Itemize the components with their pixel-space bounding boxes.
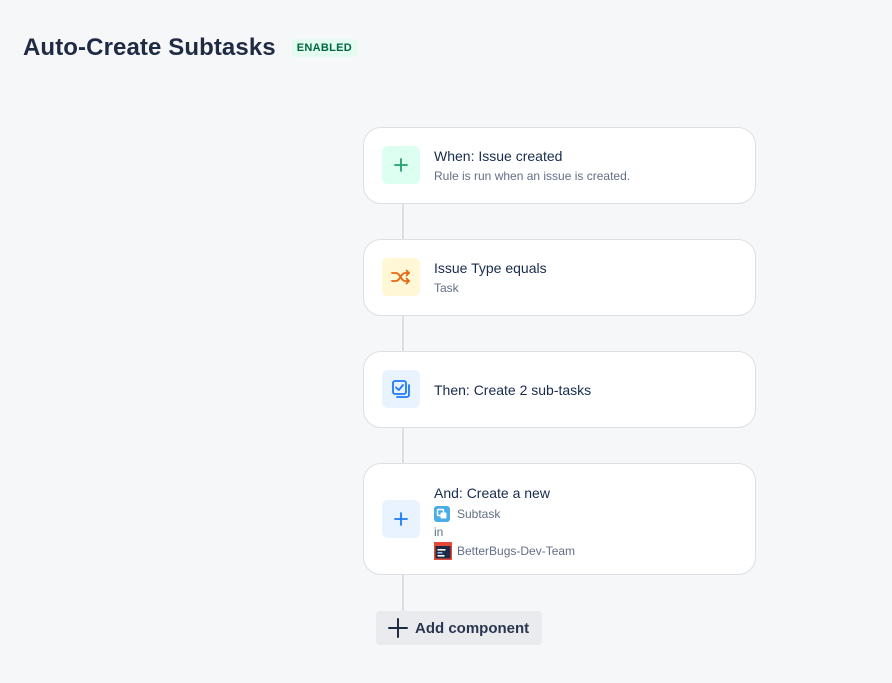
status-badge: ENABLED [291,39,358,57]
trigger-description: Rule is run when an issue is created. [434,169,631,183]
add-component-button[interactable]: Add component [376,611,542,645]
page-title: Auto-Create Subtasks [23,34,276,61]
in-label: in [434,525,444,539]
action-title: Then: Create 2 sub-tasks [434,382,592,398]
flow-connector [402,203,404,240]
plus-icon [382,146,420,184]
condition-value: Task [434,281,459,295]
project-avatar-icon [434,542,452,560]
plus-icon [388,618,408,638]
project-row: BetterBugs-Dev-Team [434,542,575,560]
trigger-card[interactable]: When: Issue created Rule is run when an … [363,127,756,204]
add-component-label: Add component [415,619,530,637]
checkbox-stack-icon [382,370,420,408]
rule-header: Auto-Create Subtasks ENABLED [23,34,358,62]
flow-connector [402,315,404,352]
issue-type-label: Subtask [457,507,501,521]
trigger-title: When: Issue created [434,148,563,164]
subtask-icon [434,506,450,522]
flow-connector [402,427,404,464]
issue-type-row: Subtask [434,506,575,522]
condition-title: Issue Type equals [434,260,547,276]
condition-card[interactable]: Issue Type equals Task [363,239,756,316]
project-name: BetterBugs-Dev-Team [457,544,576,558]
create-issue-card[interactable]: And: Create a new Subtask in BetterBugs-… [363,463,756,575]
plus-icon [382,500,420,538]
action-card[interactable]: Then: Create 2 sub-tasks [363,351,756,428]
rule-editor-page: Auto-Create Subtasks ENABLED When: Issue… [0,0,892,683]
flow-connector [402,574,404,611]
shuffle-icon [382,258,420,296]
create-issue-title: And: Create a new [434,485,550,501]
